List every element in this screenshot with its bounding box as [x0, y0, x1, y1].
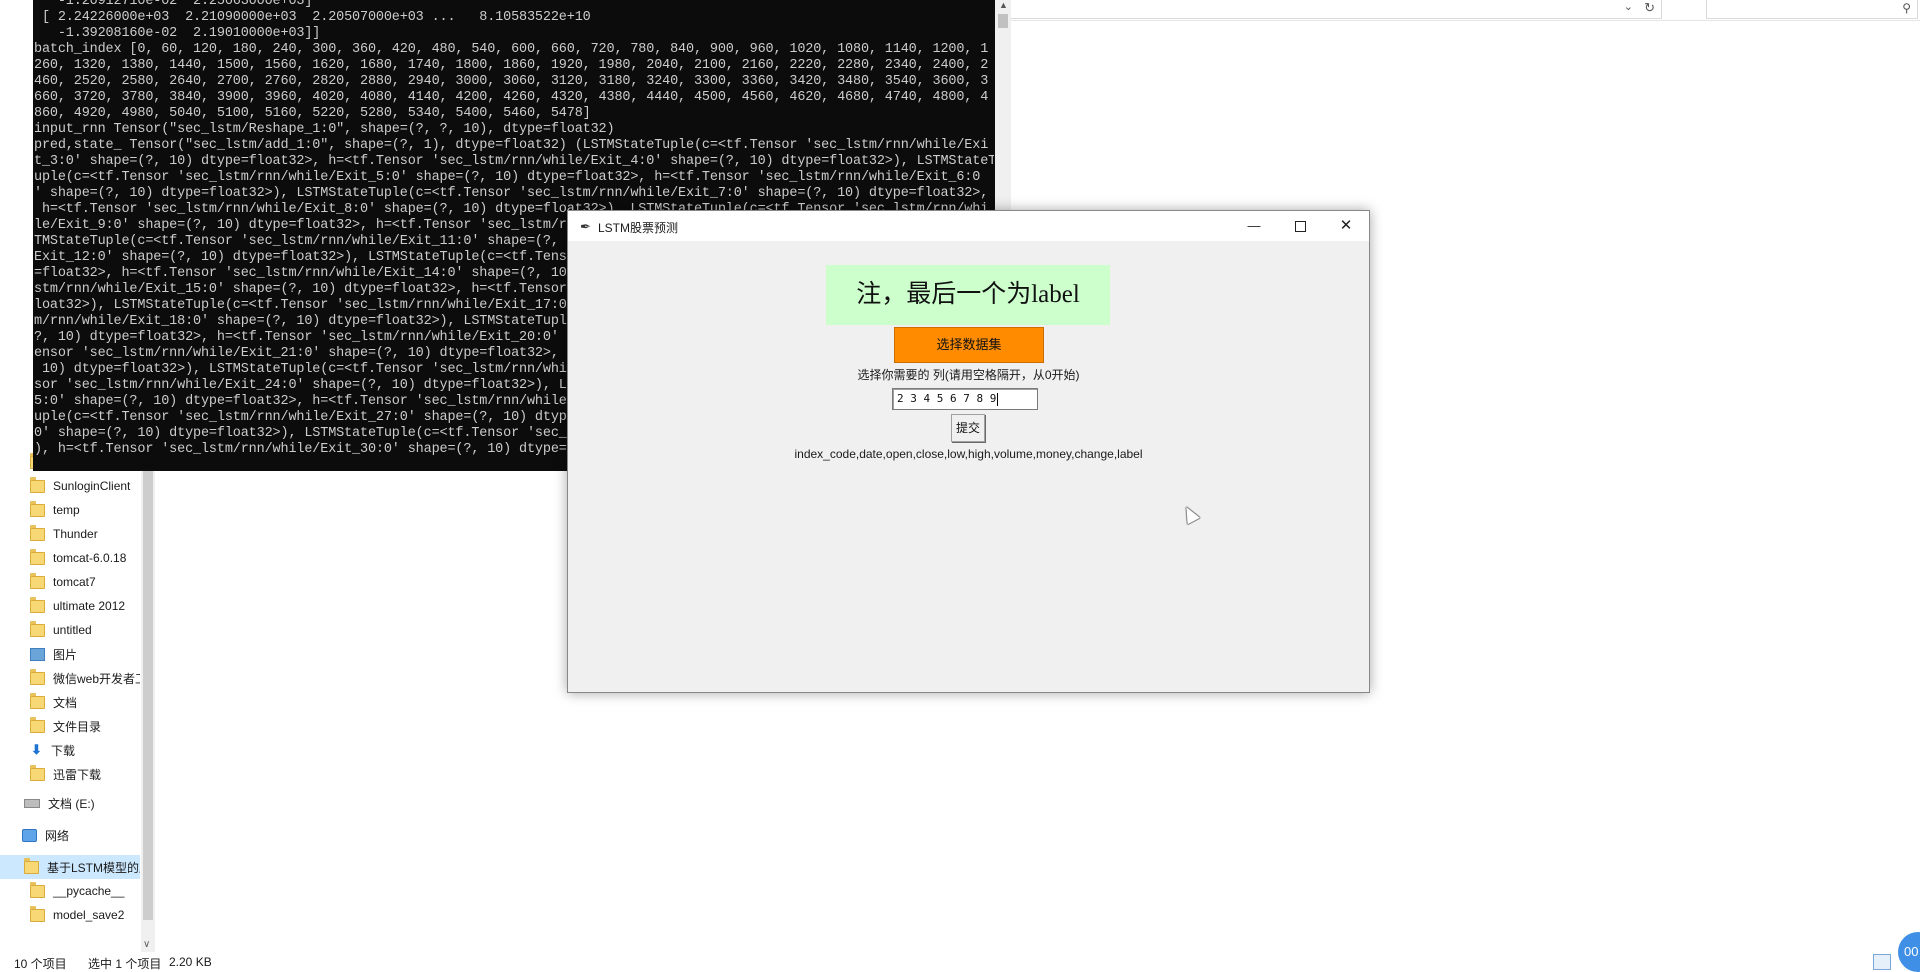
- maximize-button[interactable]: [1277, 211, 1323, 241]
- console-line: batch_index [0, 60, 120, 180, 240, 300, …: [34, 42, 989, 57]
- tree-item[interactable]: tomcat7: [0, 570, 140, 594]
- tree-item[interactable]: 迅雷下载: [0, 762, 140, 786]
- console-line: 260, 1320, 1380, 1440, 1500, 1560, 1620,…: [34, 58, 989, 73]
- tree-item-label: tomcat-6.0.18: [53, 551, 127, 565]
- tree-item-label: 文档 (E:): [48, 796, 95, 811]
- selected-size: 2.20 KB: [169, 955, 212, 969]
- column-hint-label: 选择你需要的 列(请用空格隔开，从0开始): [857, 368, 1080, 382]
- status-bar: 10 个项目 选中 1 个项目 2.20 KB: [0, 952, 1920, 972]
- selected-count: 选中 1 个项目: [88, 957, 162, 971]
- tree-item-label: 基于LSTM模型的股票预测: [47, 860, 140, 875]
- tree-item-label: SunloginClient: [53, 479, 131, 493]
- folder-icon: [30, 596, 45, 613]
- explorer-toolbar: ⌄ ↻ ⚲: [1000, 0, 1920, 21]
- console-line: 860, 4920, 4980, 5040, 5100, 5160, 5220,…: [34, 106, 591, 121]
- tree-item[interactable]: 微信web开发者工具: [0, 666, 140, 690]
- tree-item-label: 微信web开发者工具: [53, 671, 140, 686]
- tree-item-label: 文档: [53, 695, 78, 710]
- submit-button[interactable]: 提交: [951, 414, 985, 442]
- folder-icon: [30, 548, 45, 565]
- folder-icon: [30, 476, 45, 493]
- details-view-icon[interactable]: [1873, 954, 1891, 970]
- search-icon: ⚲: [1902, 1, 1911, 15]
- tree-item-label: untitled: [53, 623, 92, 637]
- tree-item-label: Thunder: [53, 527, 98, 541]
- label-note: 注，最后一个为label: [826, 265, 1110, 325]
- tree-item[interactable]: 图片: [0, 642, 140, 666]
- tree-item-label: 图片: [53, 647, 78, 662]
- console-line: 660, 3720, 3780, 3840, 3900, 3960, 4020,…: [34, 90, 989, 105]
- console-line: -1.39208160e-02 2.19010000e+03]]: [34, 26, 321, 41]
- tree-item[interactable]: SunloginClient: [0, 474, 140, 498]
- columns-list-label: index_code,date,open,close,low,high,volu…: [794, 447, 1143, 461]
- title-bar[interactable]: ✒ LSTM股票预测 — ✕: [568, 211, 1369, 241]
- tree-item-label: 文件目录: [53, 719, 102, 734]
- refresh-icon[interactable]: ↻: [1644, 0, 1655, 16]
- tree-item-label: 网络: [45, 828, 70, 843]
- item-count: 10 个项目: [14, 957, 67, 971]
- tree-item[interactable]: model_save2: [0, 903, 140, 927]
- console-line: t_3:0' shape=(?, 10) dtype=float32>, h=<…: [34, 154, 994, 169]
- folder-icon: [30, 905, 45, 922]
- folder-icon: [30, 620, 45, 637]
- lstm-app-window: ✒ LSTM股票预测 — ✕ 注，最后一个为label 选择数据集 选择你需要的…: [567, 210, 1370, 693]
- tree-item-label: temp: [53, 503, 80, 517]
- tree-item[interactable]: 网络: [0, 823, 140, 847]
- console-line: 460, 2520, 2580, 2640, 2700, 2760, 2820,…: [34, 74, 989, 89]
- console-line: -1.20912710e-02 2.25063000e+03]: [34, 0, 313, 9]
- folder-icon: [30, 716, 45, 733]
- tree-item-label: tomcat7: [53, 575, 96, 589]
- console-line: [ 2.24226000e+03 2.21090000e+03 2.205070…: [34, 10, 591, 25]
- tree-item[interactable]: tomcat-6.0.18: [0, 546, 140, 570]
- text-caret: [997, 392, 999, 406]
- columns-input[interactable]: 2 3 4 5 6 7 8 9: [892, 388, 1038, 410]
- console-line: uple(c=<tf.Tensor 'sec_lstm/rnn/while/Ex…: [34, 170, 981, 185]
- maximize-icon: [1294, 221, 1306, 233]
- pictures-icon: [30, 647, 45, 661]
- search-input[interactable]: ⚲: [1706, 0, 1918, 19]
- tree-item[interactable]: Thunder: [0, 522, 140, 546]
- tree-item[interactable]: __pycache__: [0, 879, 140, 903]
- tree-item-label: __pycache__: [53, 884, 125, 898]
- folder-icon: [30, 881, 45, 898]
- console-line: ' shape=(?, 10) dtype=float32>), LSTMSta…: [34, 186, 989, 201]
- folder-icon: [30, 692, 45, 709]
- folder-icon: [30, 764, 45, 781]
- tree-item-label: model_save2: [53, 908, 125, 922]
- columns-input-value: 2 3 4 5 6 7 8 9: [897, 392, 997, 405]
- minimize-button[interactable]: —: [1231, 211, 1277, 241]
- chevron-down-icon[interactable]: ⌄: [1624, 0, 1633, 13]
- folder-icon: [30, 668, 45, 685]
- window-title: LSTM股票预测: [598, 221, 679, 235]
- drive-icon: [24, 798, 40, 808]
- folder-icon: [30, 500, 45, 517]
- download-icon: ⬇: [31, 742, 42, 757]
- choose-dataset-button[interactable]: 选择数据集: [894, 327, 1044, 363]
- folder-icon: [24, 857, 39, 874]
- close-button[interactable]: ✕: [1323, 211, 1369, 241]
- tree-item-label: 下载: [51, 743, 76, 758]
- tree-item[interactable]: untitled: [0, 618, 140, 642]
- tree-item-label: ultimate 2012: [53, 599, 126, 613]
- tree-item[interactable]: 文档: [0, 690, 140, 714]
- feather-icon: ✒: [580, 219, 591, 234]
- network-icon: [22, 828, 37, 842]
- folder-icon: [30, 572, 45, 589]
- folder-icon: [30, 524, 45, 541]
- tree-item[interactable]: ⬇ 下载: [0, 738, 140, 762]
- tree-item[interactable]: 文件目录: [0, 714, 140, 738]
- tree-item-label: 迅雷下载: [53, 767, 102, 782]
- tree-item[interactable]: 文档 (E:): [0, 791, 140, 815]
- tree-item[interactable]: temp: [0, 498, 140, 522]
- address-bar[interactable]: ⌄ ↻: [1000, 0, 1662, 19]
- scroll-up-icon[interactable]: ▲: [999, 0, 1008, 10]
- scrollbar-thumb[interactable]: [998, 14, 1008, 28]
- tree-item[interactable]: 基于LSTM模型的股票预测: [0, 855, 140, 879]
- console-line: input_rnn Tensor("sec_lstm/Reshape_1:0",…: [34, 122, 615, 137]
- scroll-down-icon[interactable]: ∨: [143, 939, 150, 950]
- console-line: pred,state_ Tensor("sec_lstm/add_1:0", s…: [34, 138, 989, 153]
- tree-item[interactable]: ultimate 2012: [0, 594, 140, 618]
